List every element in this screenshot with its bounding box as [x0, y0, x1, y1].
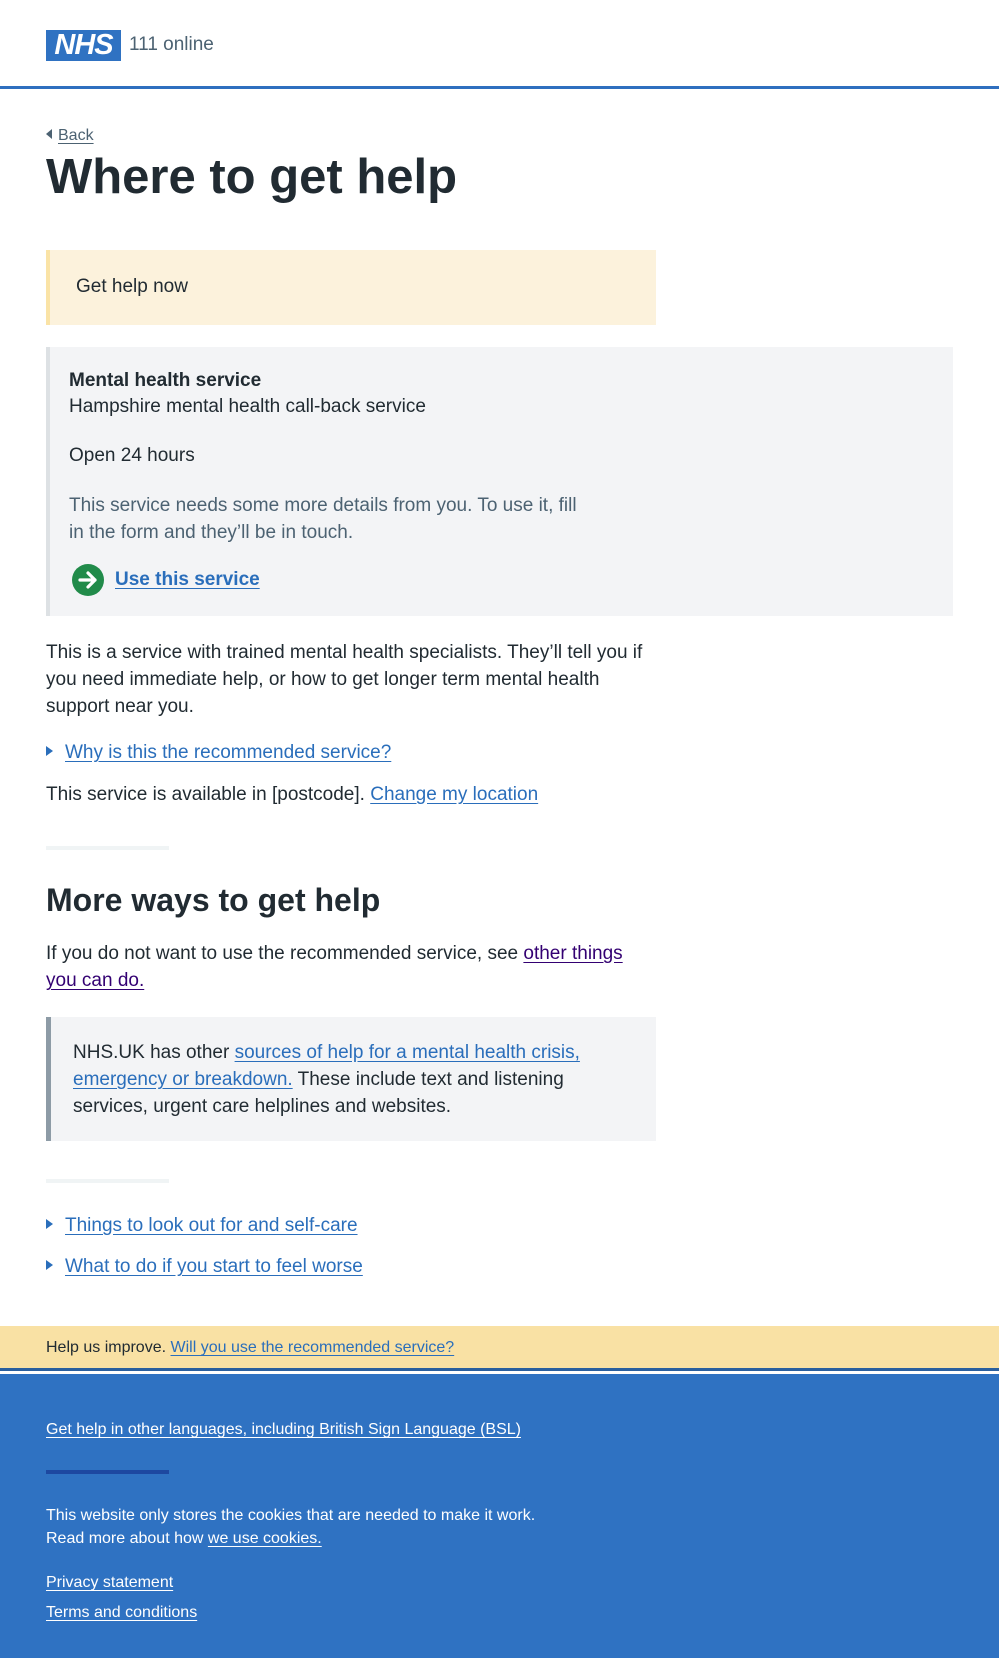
inset-text: NHS.UK has other sources of help for a m…	[46, 1017, 656, 1141]
why-recommended-details[interactable]: Why is this the recommended service?	[46, 741, 391, 765]
service-name-detail: Hampshire mental health call-back servic…	[69, 396, 426, 417]
warning-callout: Get help now	[46, 250, 656, 325]
site-header: NHS 111 online	[0, 0, 999, 89]
arrow-right-circle-icon[interactable]	[72, 564, 104, 596]
section-divider	[46, 846, 169, 850]
triangle-right-icon	[46, 1260, 53, 1270]
feedback-link[interactable]: Will you use the recommended service?	[171, 1339, 455, 1356]
feedback-prefix: Help us improve.	[46, 1339, 167, 1356]
other-languages-link[interactable]: Get help in other languages, including B…	[46, 1420, 521, 1440]
more-ways-heading: More ways to get help	[46, 882, 381, 918]
change-location-link[interactable]: Change my location	[370, 784, 538, 805]
service-type: Mental health service	[69, 370, 262, 391]
page-title: Where to get help	[46, 150, 458, 204]
service-card: Mental health service Hampshire mental h…	[46, 347, 953, 616]
inset-paragraph: NHS.UK has other sources of help for a m…	[73, 1039, 633, 1120]
triangle-right-icon	[46, 746, 53, 756]
service-name: 111 online	[129, 34, 214, 55]
section-divider	[46, 1179, 169, 1183]
back-link[interactable]: Back	[46, 126, 94, 146]
use-this-service-link[interactable]: Use this service	[115, 568, 260, 592]
self-care-link[interactable]: Things to look out for and self-care	[65, 1215, 358, 1236]
privacy-link[interactable]: Privacy statement	[46, 1573, 173, 1593]
footer-divider	[46, 1470, 169, 1474]
availability-text: This service is available in [postcode].	[46, 784, 365, 805]
back-link-text[interactable]: Back	[58, 127, 94, 144]
site-footer: Get help in other languages, including B…	[0, 1374, 999, 1658]
triangle-right-icon	[46, 1219, 53, 1229]
cookies-link[interactable]: we use cookies.	[208, 1530, 322, 1547]
why-recommended-link[interactable]: Why is this the recommended service?	[65, 742, 391, 763]
other-options-text: If you do not want to use the recommende…	[46, 943, 519, 964]
chevron-left-icon	[46, 129, 52, 139]
availability: This service is available in [postcode].…	[46, 783, 538, 807]
feel-worse-link[interactable]: What to do if you start to feel worse	[65, 1256, 363, 1277]
cookies-notice: This website only stores the cookies tha…	[46, 1504, 535, 1550]
warning-callout-text: Get help now	[76, 276, 188, 297]
service-note: This service needs some more details fro…	[69, 495, 577, 543]
cookies-line2: Read more about how	[46, 1530, 204, 1547]
nhs-logo[interactable]: NHS	[46, 30, 121, 61]
inset-prefix: NHS.UK has other	[73, 1042, 230, 1063]
opening-hours: Open 24 hours	[69, 445, 195, 466]
cookies-line1: This website only stores the cookies tha…	[46, 1507, 536, 1524]
other-options: If you do not want to use the recommende…	[46, 940, 656, 994]
feel-worse-details[interactable]: What to do if you start to feel worse	[46, 1255, 363, 1279]
self-care-details[interactable]: Things to look out for and self-care	[46, 1214, 358, 1238]
feedback-banner: Help us improve. Will you use the recomm…	[0, 1326, 999, 1371]
terms-link[interactable]: Terms and conditions	[46, 1603, 197, 1623]
service-description: This is a service with trained mental he…	[46, 642, 643, 717]
feedback-text: Help us improve. Will you use the recomm…	[46, 1338, 454, 1358]
